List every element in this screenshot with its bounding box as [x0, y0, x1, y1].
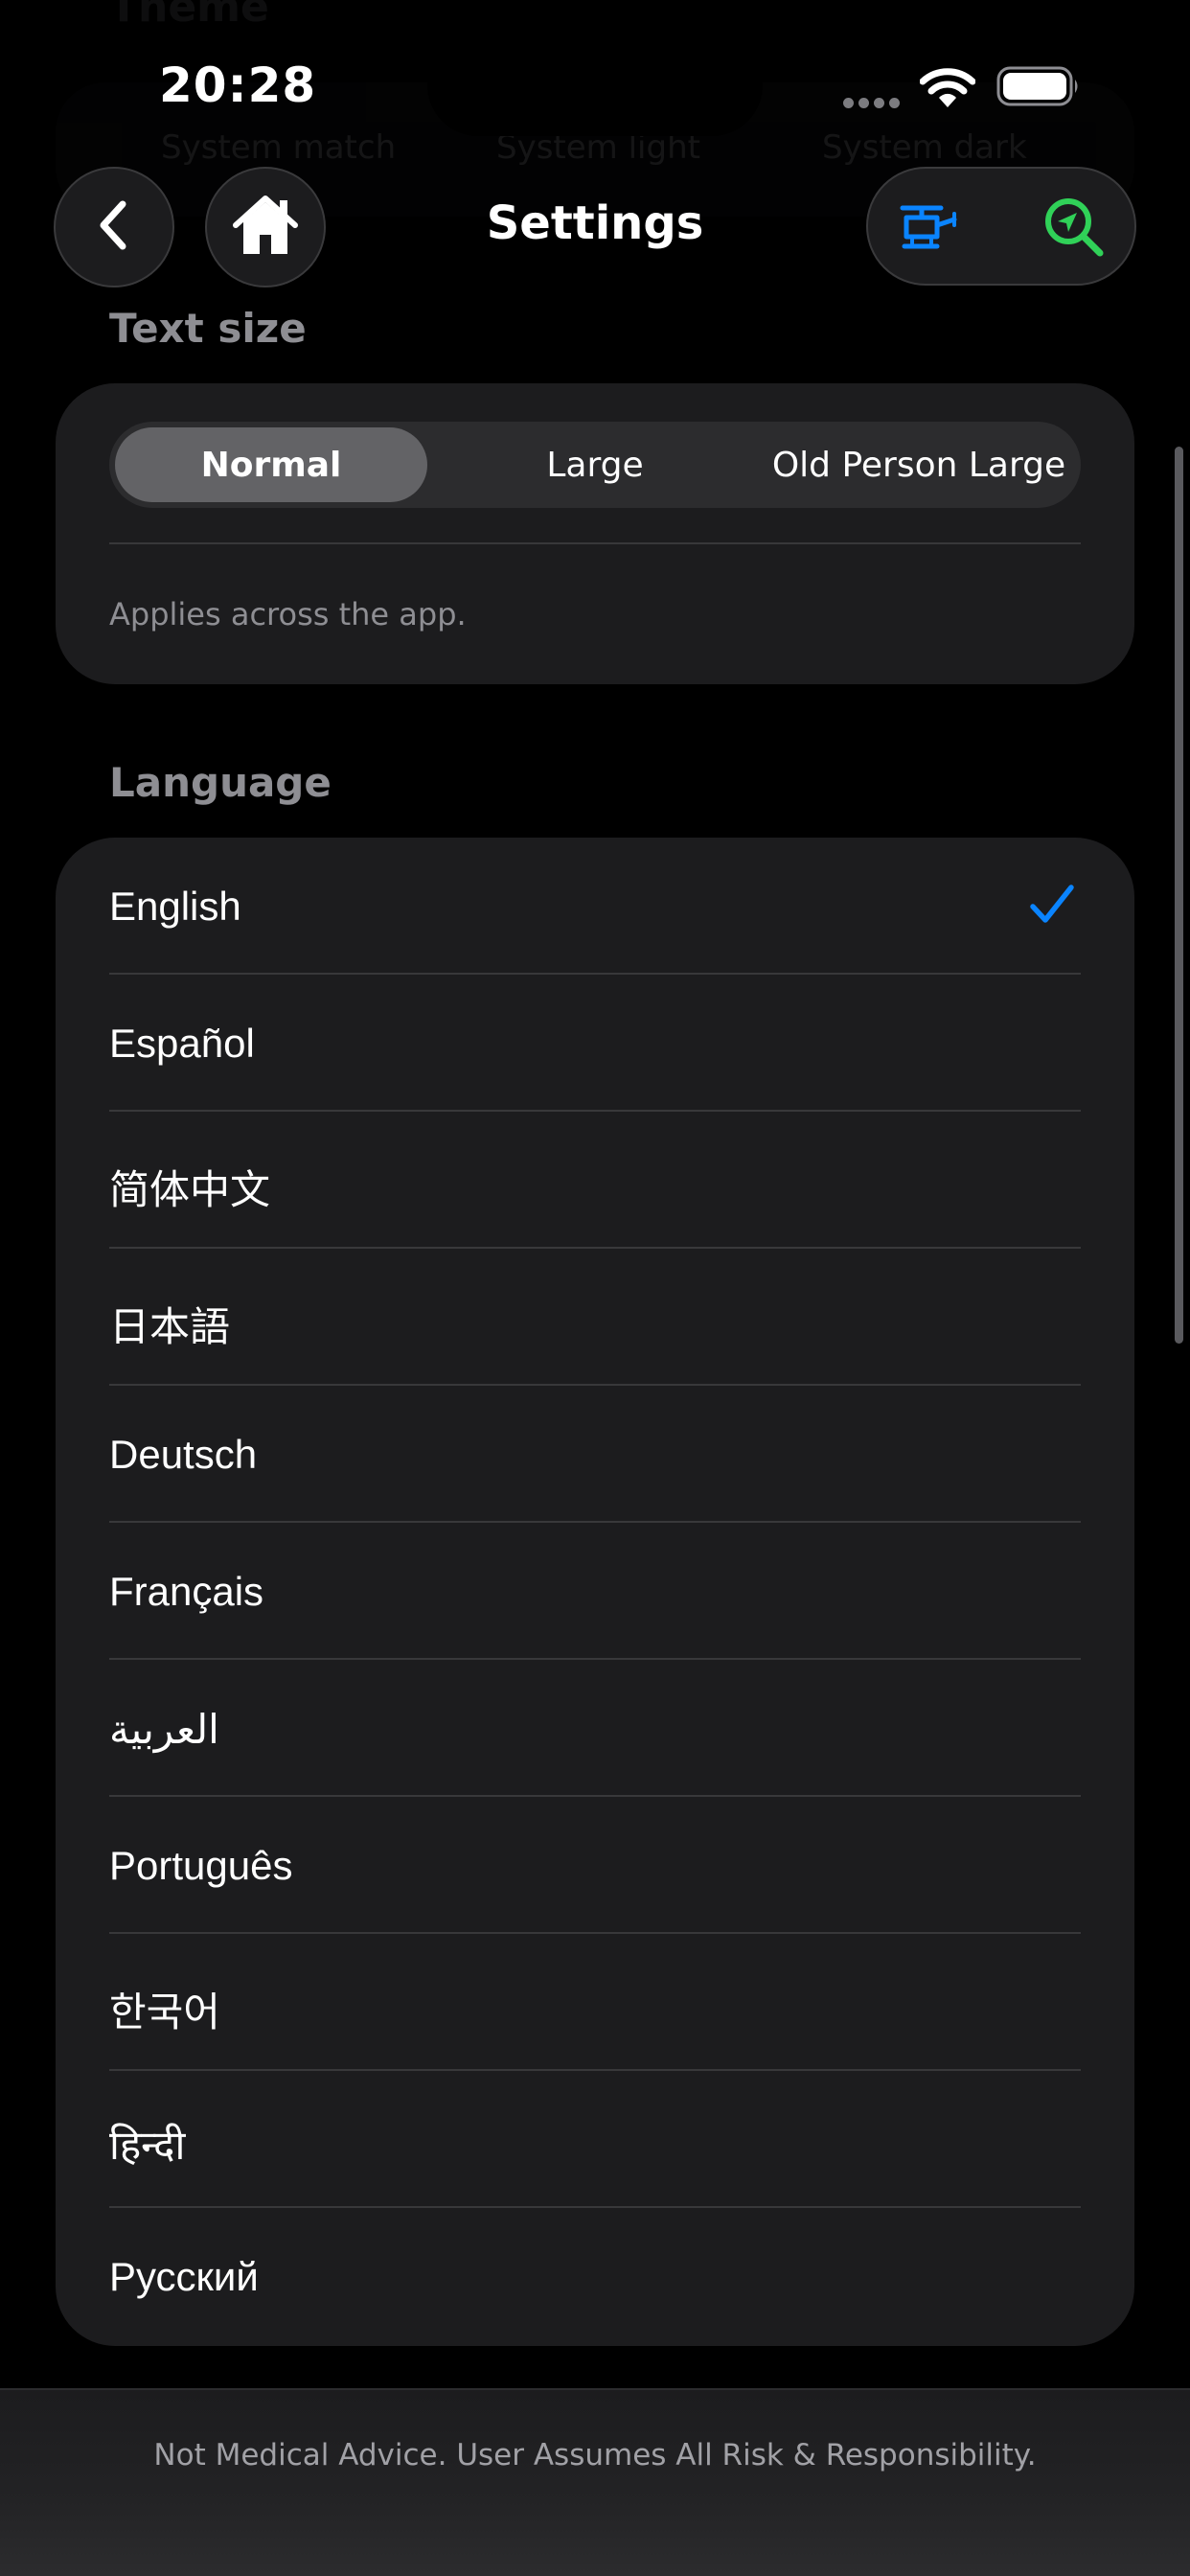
theme-option-system-dark: System dark	[822, 128, 1027, 167]
language-item-korean[interactable]: 한국어	[56, 1934, 1134, 2071]
theme-option-system-match: System match	[161, 128, 397, 167]
language-label: 한국어	[109, 1990, 220, 2035]
language-item-espanol[interactable]: Español	[56, 975, 1134, 1112]
language-item-deutsch[interactable]: Deutsch	[56, 1386, 1134, 1523]
helicopter-button[interactable]	[887, 186, 973, 272]
text-size-note: Applies across the app.	[109, 596, 467, 632]
language-item-japanese[interactable]: 日本語	[56, 1249, 1134, 1386]
search-location-icon	[1042, 196, 1106, 263]
language-label: English	[109, 884, 241, 929]
language-item-russian[interactable]: Русский	[56, 2208, 1134, 2345]
text-size-segmented-control: Normal Large Old Person Large	[109, 422, 1081, 508]
language-label: Français	[109, 1569, 264, 1614]
wifi-icon	[919, 67, 976, 113]
theme-header: Theme	[109, 0, 269, 32]
language-label: Português	[109, 1843, 293, 1888]
language-list: English Español 简体中文 日本語 Deutsch Françai…	[56, 838, 1134, 2346]
disclaimer-text: Not Medical Advice. User Assumes All Ris…	[153, 2438, 1037, 2472]
language-item-chinese-simplified[interactable]: 简体中文	[56, 1112, 1134, 1249]
language-label: हिन्दी	[109, 2123, 186, 2168]
language-item-arabic[interactable]: العربية	[56, 1660, 1134, 1797]
text-size-option-large[interactable]: Large	[439, 427, 751, 502]
text-size-option-normal[interactable]: Normal	[115, 427, 427, 502]
battery-icon	[996, 65, 1081, 111]
language-item-francais[interactable]: Français	[56, 1523, 1134, 1660]
language-item-hindi[interactable]: हिन्दी	[56, 2071, 1134, 2208]
scrollbar[interactable]	[1175, 447, 1183, 1344]
helicopter-icon	[899, 200, 962, 258]
language-label: العربية	[109, 1707, 219, 1752]
language-label: Español	[109, 1021, 255, 1066]
language-item-english[interactable]: English	[56, 838, 1134, 975]
checkmark-icon	[1029, 882, 1075, 932]
status-time: 20:28	[159, 58, 317, 113]
dynamic-island	[427, 34, 763, 136]
language-label: 日本語	[109, 1304, 231, 1349]
text-size-header: Text size	[109, 305, 307, 352]
cellular-signal-icon	[843, 94, 904, 112]
language-label: 简体中文	[109, 1167, 271, 1212]
language-label: Русский	[109, 2254, 259, 2299]
text-size-card: Normal Large Old Person Large Applies ac…	[56, 383, 1134, 684]
language-header: Language	[109, 759, 332, 806]
search-location-button[interactable]	[1031, 186, 1117, 272]
language-item-portugues[interactable]: Português	[56, 1797, 1134, 1934]
text-size-option-old-person-large[interactable]: Old Person Large	[763, 427, 1075, 502]
header-actions	[866, 167, 1136, 286]
footer: Not Medical Advice. User Assumes All Ris…	[0, 2388, 1190, 2576]
divider	[109, 542, 1081, 544]
language-label: Deutsch	[109, 1432, 258, 1477]
